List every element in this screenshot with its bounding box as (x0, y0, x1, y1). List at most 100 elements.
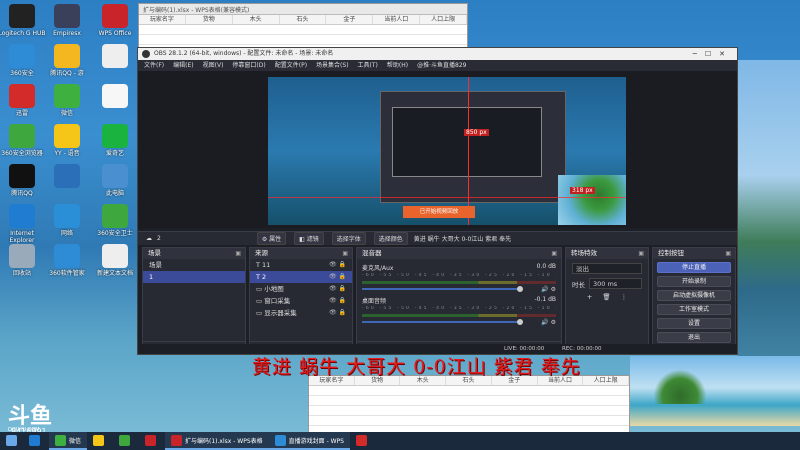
desktop-icon[interactable]: 此电脑 (90, 164, 140, 197)
desktop-icon[interactable]: 爱奇艺 (90, 124, 140, 157)
desktop-icon[interactable]: 360安全浏览器 (0, 124, 47, 157)
column-header[interactable]: 人口上限 (583, 376, 630, 385)
obs-window[interactable]: OBS 28.1.2 (64-bit, windows) - 配置文件: 未命名… (137, 47, 738, 355)
source-item[interactable]: ▭ 窗口采集 👁 🔒 (250, 295, 352, 307)
choose-color-button[interactable]: 选择颜色 (373, 232, 408, 245)
desktop-icon[interactable]: 回收站 (0, 244, 47, 277)
desktop-icon[interactable]: 360软件管家 (42, 244, 92, 277)
obs-titlebar[interactable]: OBS 28.1.2 (64-bit, windows) - 配置文件: 未命名… (138, 48, 737, 60)
obs-menubar[interactable]: 文件(F) 编辑(E) 视图(V) 停靠窗口(D) 配置文件(P) 场景集合(S) 工具(T… (138, 60, 737, 71)
desktop-icon[interactable]: Logitech G HUB (0, 4, 47, 37)
visibility-lock-icons[interactable]: 👁 🔒 (329, 307, 346, 319)
column-header[interactable]: 人口上限 (420, 15, 468, 24)
control-button[interactable]: 停止直播 (657, 262, 731, 273)
spreadsheet-window-top[interactable]: 扩与编码(1).xlsx - WPS表格(兼容模式) 玩家名字 货物 木头 石头 金子当… (138, 3, 468, 51)
app-icon (93, 434, 105, 446)
obs-preview[interactable]: 850 px 318 px 已开始视频回放 (138, 71, 737, 228)
desktop-icon[interactable]: Empiresx (42, 4, 92, 37)
desktop-icon-label: WPS Office (98, 30, 132, 37)
window-controls[interactable]: ─☐✕ (693, 48, 733, 60)
desktop-icon[interactable]: 新建文本文档 (90, 244, 140, 277)
volume-slider[interactable] (362, 319, 524, 325)
taskbar-item[interactable]: 直播游戏封面 - WPS (268, 432, 350, 450)
scene-list[interactable]: 场景 1 (143, 259, 245, 283)
transition-buttons: + 🗑 ⋮ (572, 293, 642, 301)
menu-item[interactable]: 配置文件(P) (275, 60, 307, 71)
scene-item[interactable]: 场景 (143, 259, 245, 271)
trash-icon[interactable]: 🗑 (602, 293, 610, 301)
desktop-icon[interactable]: 腾讯QQ - 游 (42, 44, 92, 77)
spreadsheet-grid[interactable] (309, 386, 629, 436)
column-header[interactable]: 木头 (233, 15, 280, 24)
taskbar-item[interactable] (87, 432, 113, 450)
scene-item[interactable]: 1 (143, 271, 245, 283)
menu-item[interactable]: 帮助(H) (387, 60, 408, 71)
controls-header: 控制按钮 (653, 248, 735, 259)
menu-item[interactable]: 停靠窗口(D) (232, 60, 265, 71)
desktop-icon[interactable] (90, 44, 140, 70)
column-header[interactable]: 玩家名字 (139, 15, 186, 24)
choose-font-button[interactable]: 选择字体 (331, 232, 366, 245)
more-icon[interactable]: ⋮ (621, 293, 628, 301)
desktop-icon-label: 微信 (60, 110, 73, 117)
duration-label: 时长 (572, 280, 585, 289)
duration-input[interactable]: 300 ms (589, 278, 642, 289)
menu-item[interactable]: 文件(F) (144, 60, 164, 71)
visibility-lock-icons[interactable]: 👁 🔒 (329, 295, 346, 307)
menu-item[interactable]: 编辑(E) (173, 60, 193, 71)
app-icon (102, 44, 128, 68)
desktop-icon[interactable]: 网络 (42, 204, 92, 237)
visibility-lock-icons[interactable]: 👁 🔒 (329, 283, 346, 295)
desktop-icon[interactable] (42, 164, 92, 190)
desktop-icon[interactable]: 迅雷 (0, 84, 47, 117)
taskbar-item[interactable]: 扩与编码(1).xlsx - WPS表格 (165, 432, 269, 450)
taskbar-item[interactable] (113, 432, 139, 450)
control-button[interactable]: 退出 (657, 332, 731, 343)
desktop-icon[interactable]: 腾讯QQ (0, 164, 47, 197)
source-list[interactable]: T 11 👁 🔒 T 2 👁 🔒 ▭ 小地图 👁 🔒 ▭ 窗口采集 👁 🔒 ▭ 显示器采集 👁 🔒 (250, 259, 352, 319)
menu-item[interactable]: 场景集合(S) (316, 60, 349, 71)
desktop-icon[interactable]: 微信 (42, 84, 92, 117)
preview-canvas[interactable]: 850 px 318 px 已开始视频回放 (268, 77, 626, 225)
taskbar-label: 直播游戏封面 - WPS (288, 437, 344, 445)
column-header[interactable]: 货物 (186, 15, 233, 24)
source-item[interactable]: ▭ 小地图 👁 🔒 (250, 283, 352, 295)
control-button[interactable]: 启动虚拟摄像机 (657, 290, 731, 301)
volume-slider[interactable] (362, 286, 524, 292)
desktop-icon[interactable]: 360安全卫士 (90, 204, 140, 237)
column-header[interactable]: 石头 (280, 15, 327, 24)
filters-button[interactable]: ◧ 滤镜 (294, 232, 324, 245)
source-item[interactable]: ▭ 显示器采集 👁 🔒 (250, 307, 352, 319)
spreadsheet-window-bottom[interactable]: 玩家名字 货物 木头 石头 金子 当前人口 人口上限 (308, 375, 630, 436)
transition-type-value[interactable]: 淡出 (572, 263, 642, 274)
taskbar-item[interactable] (23, 432, 49, 450)
desktop-icon[interactable]: 360安全 (0, 44, 47, 77)
menu-item[interactable]: @推·斗鱼直播829 (417, 60, 466, 71)
desktop-icon[interactable] (90, 84, 140, 110)
source-item[interactable]: T 11 👁 🔒 (250, 259, 352, 271)
taskbar-item[interactable] (139, 432, 165, 450)
menu-item[interactable]: 工具(T) (358, 60, 378, 71)
source-toolbar: ☁ 2 ⚙ 属性 ◧ 滤镜 选择字体 选择颜色 黄进 蜗牛 大哥大 0-0江山 … (138, 231, 737, 245)
desktop-icon[interactable]: Internet Explorer (0, 204, 47, 244)
visibility-lock-icons[interactable]: 👁 🔒 (329, 259, 346, 271)
properties-button[interactable]: ⚙ 属性 (256, 232, 287, 245)
mute-settings-icons[interactable]: 🔊 ⚙ (541, 286, 556, 293)
taskbar-item[interactable] (350, 432, 376, 450)
transition-type-select[interactable]: 淡出 (572, 263, 642, 274)
column-header[interactable]: 金子 (326, 15, 374, 24)
wallpaper-landscape-right (738, 60, 800, 390)
control-button[interactable]: 工作室模式 (657, 304, 731, 315)
desktop-icon[interactable]: WPS Office (90, 4, 140, 37)
desktop-icon[interactable]: YY - 语音 (42, 124, 92, 157)
taskbar-item[interactable]: 微信 (49, 432, 88, 450)
source-item[interactable]: T 2 👁 🔒 (250, 271, 352, 283)
add-icon[interactable]: + (587, 293, 592, 301)
mute-settings-icons[interactable]: 🔊 ⚙ (541, 319, 556, 326)
start-button[interactable] (0, 432, 23, 450)
column-header[interactable]: 当前人口 (373, 15, 421, 24)
menu-item[interactable]: 视图(V) (203, 60, 224, 71)
visibility-lock-icons[interactable]: 👁 🔒 (329, 271, 346, 283)
control-button[interactable]: 设置 (657, 318, 731, 329)
control-button[interactable]: 开始录制 (657, 276, 731, 287)
